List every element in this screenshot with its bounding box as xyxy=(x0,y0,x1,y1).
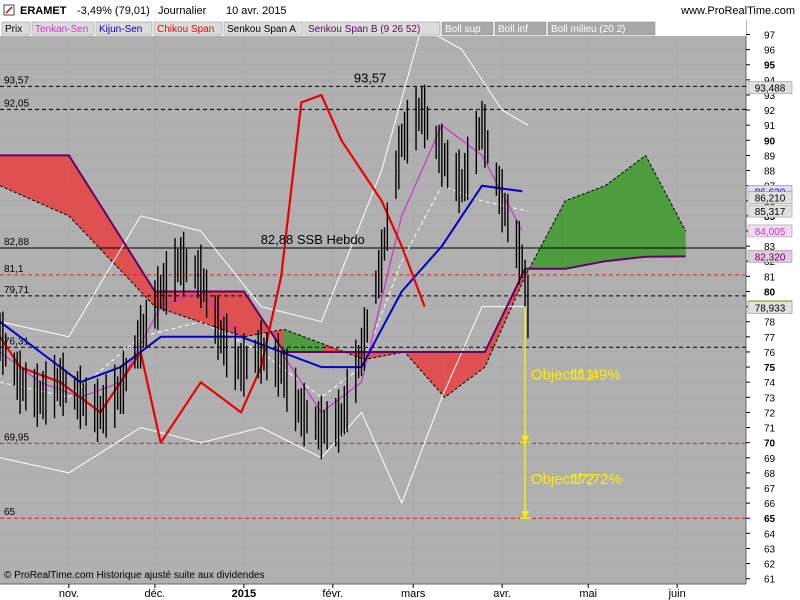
annotation-text: 11,49% xyxy=(571,367,621,384)
y-tick-label: 68 xyxy=(764,469,776,480)
x-tick-label: févr. xyxy=(322,588,343,600)
y-tick-label: 70 xyxy=(764,439,776,450)
x-tick-label: avr. xyxy=(493,588,511,600)
y-tick-label: 77 xyxy=(764,333,776,344)
annotation-text: 82,88 SSB Hebdo xyxy=(261,232,365,247)
y-tick-label: 73 xyxy=(764,393,776,404)
y-tick-label: 74 xyxy=(764,378,776,389)
y-tick-label: 76 xyxy=(764,348,776,359)
legend-item: Boll milieu (20 2) xyxy=(551,24,625,35)
header-period: Journalier xyxy=(158,5,207,17)
y-tick-label: 75 xyxy=(764,363,776,374)
legend-item: Boll inf xyxy=(498,24,528,35)
level-label: 69,95 xyxy=(4,432,29,443)
x-tick-label: nov. xyxy=(59,588,79,600)
price-label: 93,488 xyxy=(755,84,786,95)
y-tick-label: 92 xyxy=(764,106,776,117)
x-tick-label: mai xyxy=(579,588,597,600)
header-site: www.ProRealTime.com xyxy=(680,5,795,17)
y-tick-label: 66 xyxy=(764,499,776,510)
price-label: 86,210 xyxy=(755,194,786,205)
header-date: 10 avr. 2015 xyxy=(226,5,287,17)
plot-area xyxy=(0,36,746,584)
y-tick-label: 63 xyxy=(764,544,776,555)
x-tick-label: déc. xyxy=(145,588,166,600)
legend-item: Chikou Span xyxy=(157,24,214,35)
level-label: 79,71 xyxy=(4,285,29,296)
y-tick-label: 67 xyxy=(764,484,776,495)
x-tick-label: juin xyxy=(668,588,686,600)
price-label: 82,320 xyxy=(755,252,786,263)
y-tick-label: 81 xyxy=(764,272,776,283)
y-tick-label: 78 xyxy=(764,318,776,329)
ichimoku-chart: ERAMET -3,49% (79,01) Journalier 10 avr.… xyxy=(0,0,800,600)
y-tick-label: 80 xyxy=(764,287,776,298)
price-label: 84,005 xyxy=(755,227,786,238)
legend-item: Senkou Span A xyxy=(227,24,296,35)
legend-item: Prix xyxy=(5,24,22,35)
level-label: 65 xyxy=(4,507,16,518)
annotation-text: 93,57 xyxy=(354,70,387,85)
header-icon xyxy=(3,4,15,16)
legend-item: Boll sup xyxy=(445,24,481,35)
y-tick-label: 97 xyxy=(764,30,776,41)
y-tick-label: 72 xyxy=(764,408,776,419)
y-tick-label: 69 xyxy=(764,454,776,465)
y-tick-label: 96 xyxy=(764,46,776,57)
x-tick-label: 2015 xyxy=(232,588,256,600)
level-label: 81,1 xyxy=(4,264,24,275)
y-tick-label: 65 xyxy=(764,514,776,525)
header-symbol: ERAMET xyxy=(20,5,67,17)
price-label: 78,933 xyxy=(755,304,786,315)
y-tick-label: 89 xyxy=(764,151,776,162)
y-tick-label: 91 xyxy=(764,121,776,132)
x-tick-label: mars xyxy=(401,588,426,600)
price-label: 85,317 xyxy=(755,207,786,218)
header-change: -3,49% (79,01) xyxy=(77,5,150,17)
y-tick-label: 95 xyxy=(764,61,776,72)
legend-item: Kijun-Sen xyxy=(99,24,142,35)
legend-item: Tenkan-Sen xyxy=(35,24,88,35)
y-tick-label: 64 xyxy=(764,529,776,540)
footer-note: © ProRealTime.com Historique ajusté suit… xyxy=(4,570,264,581)
level-label: 82,88 xyxy=(4,237,29,248)
y-tick-label: 61 xyxy=(764,575,776,586)
level-label: 93,57 xyxy=(4,75,29,86)
y-tick-label: 90 xyxy=(764,136,776,147)
legend-item: Senkou Span B (9 26 52) xyxy=(308,24,420,35)
level-label: 92,05 xyxy=(4,98,29,109)
annotation-text: 17,72% xyxy=(571,471,622,488)
indicator-legend: Prix Tenkan-Sen Kijun-Sen Chikou Span Senkou… xyxy=(1,21,656,36)
y-tick-label: 62 xyxy=(764,560,776,571)
y-tick-label: 71 xyxy=(764,424,776,435)
y-tick-label: 88 xyxy=(764,167,776,178)
